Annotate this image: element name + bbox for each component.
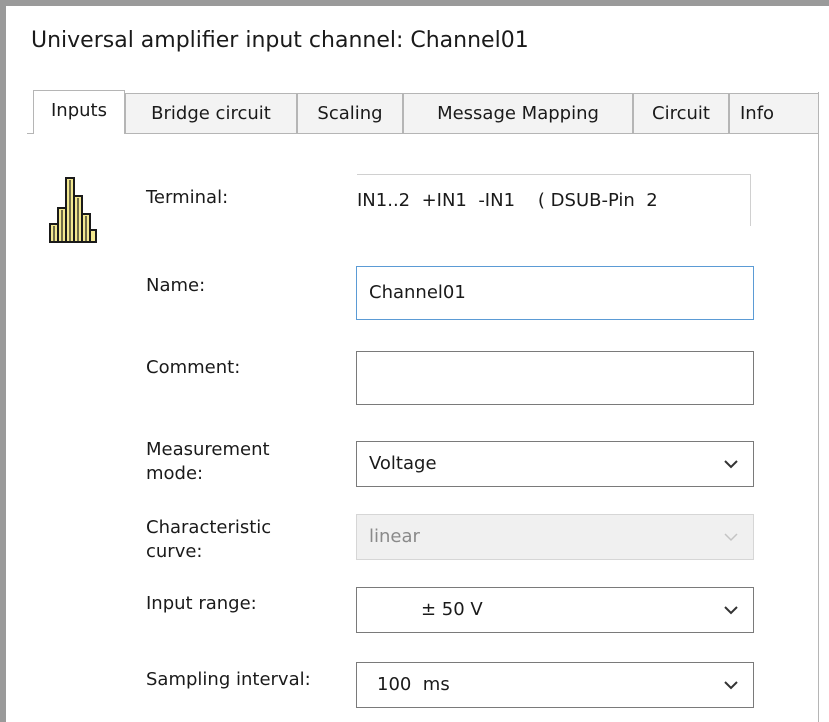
measurement-mode-value: Voltage <box>369 453 437 474</box>
tab-panel-right-border <box>818 92 819 722</box>
terminal-value: IN1..2 +IN1 -IN1 ( DSUB-Pin 2 <box>357 174 751 226</box>
sampling-interval-label: Sampling interval: <box>146 669 311 690</box>
tab-message-mapping[interactable]: Message Mapping <box>403 93 633 133</box>
chevron-down-icon <box>724 606 738 615</box>
tab-info[interactable]: Info <box>729 93 819 133</box>
dialog-title: Universal amplifier input channel: Chann… <box>31 28 529 53</box>
window-left-border <box>0 0 6 722</box>
dialog-window: Universal amplifier input channel: Chann… <box>0 0 829 722</box>
tab-inputs[interactable]: Inputs <box>33 90 125 134</box>
chevron-down-icon <box>724 681 738 690</box>
tab-strip: Inputs Bridge circuit Scaling Message Ma… <box>27 90 829 134</box>
measurement-mode-label: Measurement mode: <box>146 439 270 484</box>
input-range-select[interactable]: ± 50 V <box>356 587 754 633</box>
terminal-label: Terminal: <box>146 187 229 208</box>
comment-input[interactable] <box>356 351 754 405</box>
measurement-mode-select[interactable]: Voltage <box>356 441 754 487</box>
window-top-border <box>0 0 829 6</box>
histogram-icon <box>49 177 97 243</box>
characteristic-curve-label: Characteristic curve: <box>146 517 272 562</box>
chevron-down-icon <box>724 460 738 469</box>
input-range-label: Input range: <box>146 593 257 614</box>
tab-panel-border <box>27 133 819 134</box>
characteristic-curve-value: linear <box>369 526 420 547</box>
characteristic-curve-select: linear <box>356 514 754 560</box>
tab-circuit[interactable]: Circuit <box>633 93 729 133</box>
tab-scaling[interactable]: Scaling <box>297 93 403 133</box>
comment-label: Comment: <box>146 357 241 378</box>
tab-bridge-circuit[interactable]: Bridge circuit <box>125 93 297 133</box>
sampling-interval-value: 100 ms <box>377 674 450 695</box>
name-label: Name: <box>146 275 206 296</box>
sampling-interval-select[interactable]: 100 ms <box>356 662 754 708</box>
chevron-down-icon <box>724 533 738 542</box>
input-range-value: ± 50 V <box>421 599 483 620</box>
name-input[interactable]: Channel01 <box>356 266 754 320</box>
